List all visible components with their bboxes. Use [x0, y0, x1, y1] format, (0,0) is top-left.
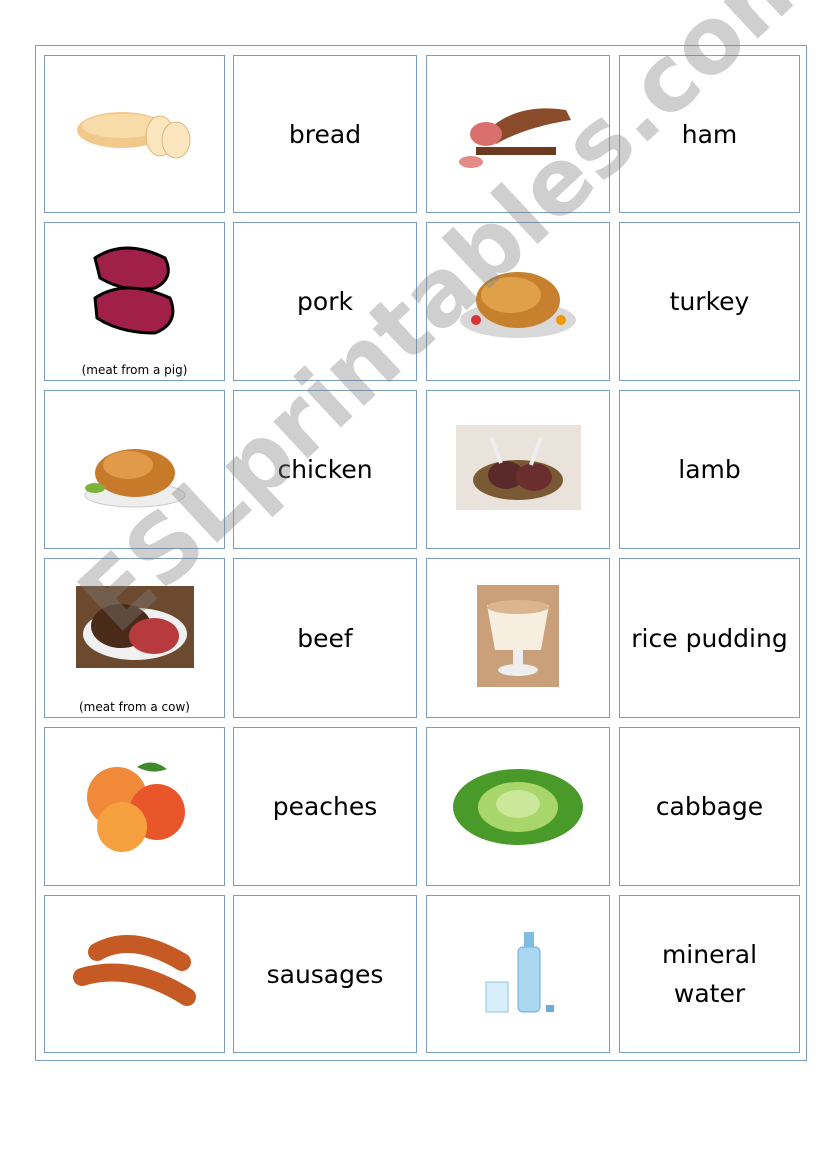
card-word: cabbage [655, 792, 764, 821]
card-word: lamb [678, 455, 741, 484]
word-card: beef [233, 558, 417, 718]
ham-icon [456, 92, 581, 176]
card-word: peaches [272, 792, 378, 821]
picture-card: (meat from a pig) [44, 222, 225, 381]
picture-card: (meat from a cow) [44, 558, 225, 718]
picture-card [426, 55, 610, 213]
picture-card [426, 895, 610, 1053]
pork-icon [85, 238, 185, 347]
cabbage-icon [451, 762, 586, 851]
card-word: mineral water [661, 940, 758, 1008]
picture-card [44, 390, 225, 549]
bread-icon [72, 102, 197, 166]
card-caption: (meat from a pig) [81, 363, 188, 377]
rice-pudding-icon [477, 585, 559, 691]
picture-card [426, 727, 610, 886]
card-word: bread [288, 119, 362, 149]
card-word: beef [297, 623, 353, 653]
word-card: peaches [233, 727, 417, 886]
beef-icon [75, 586, 194, 672]
card-word: rice pudding [631, 623, 788, 653]
card-word: pork [297, 287, 353, 316]
chicken-icon [80, 423, 190, 517]
lamb-icon [455, 425, 581, 514]
sausages-icon [72, 932, 197, 1016]
picture-card [426, 222, 610, 381]
card-caption: (meat from a cow) [79, 700, 190, 714]
picture-card [44, 727, 225, 886]
card-word: chicken [277, 455, 373, 484]
word-card: rice pudding [619, 558, 800, 718]
picture-card [426, 558, 610, 718]
picture-card [44, 55, 225, 213]
word-card: lamb [619, 390, 800, 549]
word-card: cabbage [619, 727, 800, 886]
word-card: sausages [233, 895, 417, 1053]
card-word: ham [681, 119, 738, 149]
word-card: turkey [619, 222, 800, 381]
picture-card [44, 895, 225, 1053]
word-card: bread [233, 55, 417, 213]
card-word: sausages [266, 959, 384, 989]
turkey-icon [456, 255, 581, 349]
word-card: pork [233, 222, 417, 381]
peaches-icon [77, 757, 192, 856]
card-word: turkey [669, 287, 750, 316]
word-card: mineral water [619, 895, 800, 1053]
word-card: ham [619, 55, 800, 213]
word-card: chicken [233, 390, 417, 549]
mineral-water-icon [478, 927, 558, 1021]
picture-card [426, 390, 610, 549]
